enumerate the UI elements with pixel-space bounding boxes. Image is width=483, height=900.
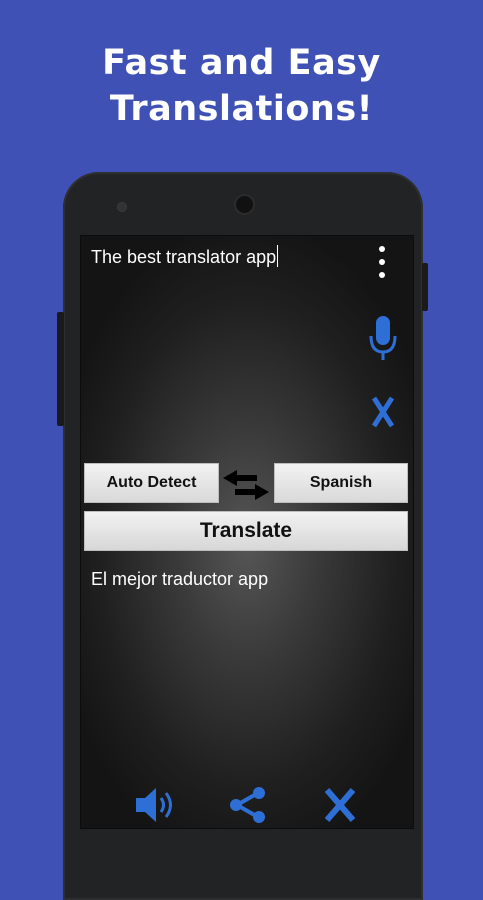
translate-label: Translate: [199, 519, 293, 542]
translate-button[interactable]: Translate: [84, 511, 408, 551]
volume-button: [57, 312, 64, 426]
app-screen: The best translator app Auto Detect Span…: [80, 235, 414, 829]
power-button: [422, 263, 428, 311]
close-icon[interactable]: [371, 396, 395, 428]
text-caret: [277, 245, 279, 267]
front-camera: [234, 194, 255, 215]
source-language-button[interactable]: Auto Detect: [84, 463, 219, 503]
headline-line-1: Fast and Easy: [102, 43, 381, 83]
source-text: The best translator app: [91, 247, 277, 267]
source-text-input[interactable]: The best translator app: [91, 245, 279, 268]
source-language-label: Auto Detect: [106, 474, 197, 491]
speaker-icon[interactable]: [134, 786, 178, 824]
microphone-icon[interactable]: [368, 314, 398, 364]
translated-text: El mejor traductor app: [91, 569, 269, 589]
share-icon[interactable]: [228, 786, 268, 824]
clear-output-close-icon[interactable]: [324, 788, 356, 822]
target-language-button[interactable]: Spanish: [274, 463, 408, 503]
promo-headline: Fast and Easy Translations!: [0, 40, 483, 132]
headline-line-2: Translations!: [109, 89, 374, 129]
more-vert-icon[interactable]: [377, 246, 387, 278]
swap-arrows-icon[interactable]: [221, 468, 271, 502]
sensor-dot: [117, 202, 127, 212]
target-language-label: Spanish: [309, 474, 373, 491]
